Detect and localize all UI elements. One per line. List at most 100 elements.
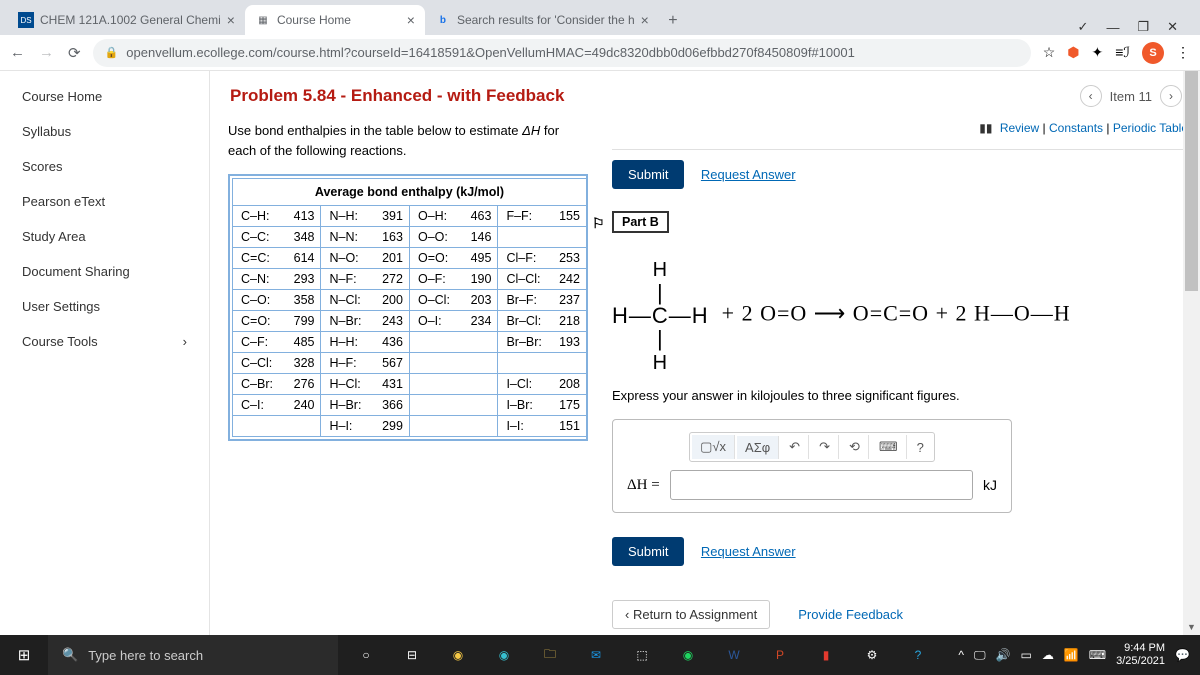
tab-title: Course Home	[277, 13, 351, 27]
notifications-icon[interactable]: 💬	[1175, 648, 1190, 662]
tray-wifi-icon[interactable]: 📶	[1064, 648, 1079, 662]
return-to-assignment-button[interactable]: ‹ Return to Assignment	[612, 600, 770, 629]
provide-feedback-link[interactable]: Provide Feedback	[798, 607, 903, 622]
camera-icon[interactable]: ▮	[806, 635, 846, 675]
address-bar[interactable]: 🔒 openvellum.ecollege.com/course.html?co…	[93, 39, 1031, 67]
star-icon[interactable]: ☆	[1043, 44, 1056, 61]
sidebar-item-etext[interactable]: Pearson eText	[0, 184, 209, 219]
equation-toolbar: ▢√x ΑΣφ ↶ ↷ ⟲ ⌨ ?	[689, 432, 935, 462]
item-label: Item 11	[1110, 89, 1152, 104]
word-icon[interactable]: W	[714, 635, 754, 675]
periodic-table-link[interactable]: Periodic Table	[1113, 121, 1188, 135]
submit-button[interactable]: Submit	[612, 160, 684, 189]
system-tray: ^ 🖵 🔊 ▭ ☁ 📶 ⌨ 9:44 PM3/25/2021 💬	[958, 642, 1200, 668]
vertical-scrollbar[interactable]: ▲ ▼	[1183, 71, 1200, 635]
next-item-button[interactable]: ›	[1160, 85, 1182, 107]
toolbar-keyboard[interactable]: ⌨	[871, 435, 907, 459]
request-answer-link[interactable]: Request Answer	[701, 544, 796, 559]
powerpoint-icon[interactable]: P	[760, 635, 800, 675]
extension-icon[interactable]: ⬢	[1067, 44, 1079, 61]
sidebar-item-doc-sharing[interactable]: Document Sharing	[0, 254, 209, 289]
table-cell: C–I: 240	[233, 395, 321, 416]
tray-cloud-icon[interactable]: ☁	[1042, 648, 1054, 662]
sidebar-item-syllabus[interactable]: Syllabus	[0, 114, 209, 149]
minimize-icon[interactable]: —	[1106, 20, 1119, 35]
toolbar-reset[interactable]: ⟲	[841, 435, 869, 459]
toolbar-templates[interactable]: ▢√x	[692, 435, 735, 459]
scrollbar-thumb[interactable]	[1185, 71, 1198, 291]
unit-label: kJ	[983, 477, 997, 493]
search-icon: 🔍	[62, 647, 78, 663]
toolbar-undo[interactable]: ↶	[781, 435, 809, 459]
chrome-icon[interactable]: ◉	[438, 635, 478, 675]
browser-tab[interactable]: DSCHEM 121A.1002 General Chemi×	[8, 5, 245, 35]
part-label[interactable]: ⚐Part B	[612, 211, 669, 233]
browser-tab[interactable]: ▦Course Home×	[245, 5, 425, 35]
tray-display-icon[interactable]: 🖵	[974, 648, 986, 663]
scroll-down-arrow[interactable]: ▼	[1183, 618, 1200, 635]
tray-chevron-icon[interactable]: ^	[958, 648, 964, 662]
sidebar-item-user-settings[interactable]: User Settings	[0, 289, 209, 324]
start-button[interactable]: ⊞	[0, 635, 48, 675]
cortana-icon[interactable]: ○	[346, 635, 386, 675]
taskbar-clock[interactable]: 9:44 PM3/25/2021	[1116, 642, 1165, 668]
favicon: DS	[18, 12, 34, 28]
toolbar-redo[interactable]: ↷	[811, 435, 839, 459]
table-cell: N–Cl: 200	[321, 290, 409, 311]
reaction-equation: H|H—C—H|H + 2 O=O ⟶ O=C=O + 2 H—O—H	[612, 257, 1188, 374]
back-icon[interactable]: ←	[10, 44, 25, 62]
close-icon[interactable]: ×	[407, 12, 415, 28]
dropbox-icon[interactable]: ⬚	[622, 635, 662, 675]
prev-item-button[interactable]: ‹	[1080, 85, 1102, 107]
table-cell: C=C: 614	[233, 248, 321, 269]
table-cell	[233, 416, 321, 437]
item-navigation: ‹ Item 11 ›	[1080, 85, 1182, 107]
browser-tab[interactable]: bSearch results for 'Consider the h×	[425, 5, 659, 35]
table-caption: Average bond enthalpy (kJ/mol)	[233, 179, 587, 206]
sidebar-item-study-area[interactable]: Study Area	[0, 219, 209, 254]
tray-battery-icon[interactable]: ▭	[1020, 648, 1031, 662]
toolbar-help[interactable]: ?	[909, 436, 932, 459]
spotify-icon[interactable]: ◉	[668, 635, 708, 675]
maximize-icon[interactable]: ❐	[1137, 19, 1149, 35]
profile-avatar[interactable]: S	[1142, 42, 1164, 64]
answer-input[interactable]	[670, 470, 973, 500]
table-cell: Br–F: 237	[498, 290, 586, 311]
mail-icon[interactable]: ✉	[576, 635, 616, 675]
table-cell: Br–Br: 193	[498, 332, 586, 353]
file-explorer-icon[interactable]: 🗀	[530, 635, 570, 675]
settings-icon[interactable]: ⚙	[852, 635, 892, 675]
request-answer-link[interactable]: Request Answer	[701, 167, 796, 182]
extension-icon[interactable]: ✦	[1092, 44, 1104, 61]
close-icon[interactable]: ×	[227, 12, 235, 28]
sidebar-item-course-home[interactable]: Course Home	[0, 79, 209, 114]
tray-volume-icon[interactable]: 🔊	[996, 648, 1011, 662]
menu-icon[interactable]: ⋮	[1176, 44, 1190, 61]
pause-icon[interactable]: ▮▮	[979, 121, 992, 135]
answer-box: ▢√x ΑΣφ ↶ ↷ ⟲ ⌨ ? ΔH = kJ	[612, 419, 1012, 513]
taskbar-search[interactable]: 🔍 Type here to search	[48, 635, 338, 675]
table-cell	[409, 416, 497, 437]
forward-icon[interactable]: →	[39, 44, 54, 62]
help-icon[interactable]: ?	[898, 635, 938, 675]
table-cell: C–C: 348	[233, 227, 321, 248]
sidebar-item-scores[interactable]: Scores	[0, 149, 209, 184]
reload-icon[interactable]: ⟳	[68, 44, 81, 62]
close-window-icon[interactable]: ✕	[1167, 19, 1178, 35]
close-icon[interactable]: ×	[641, 12, 649, 28]
table-cell: O=O: 495	[409, 248, 497, 269]
constants-link[interactable]: Constants	[1049, 121, 1103, 135]
submit-button[interactable]: Submit	[612, 537, 684, 566]
edge-icon[interactable]: ◉	[484, 635, 524, 675]
sidebar-item-course-tools[interactable]: Course Tools›	[0, 324, 209, 359]
flag-icon[interactable]: ⚐	[592, 215, 605, 232]
tray-input-icon[interactable]: ⌨	[1089, 648, 1106, 662]
review-link[interactable]: Review	[1000, 121, 1039, 135]
table-cell	[498, 353, 586, 374]
toolbar-symbols[interactable]: ΑΣφ	[737, 436, 779, 459]
task-view-icon[interactable]: ⊟	[392, 635, 432, 675]
table-cell: C–O: 358	[233, 290, 321, 311]
new-tab-button[interactable]: +	[659, 7, 687, 35]
table-cell: O–Cl: 203	[409, 290, 497, 311]
reading-list-icon[interactable]: ≡ℐ	[1115, 44, 1130, 61]
